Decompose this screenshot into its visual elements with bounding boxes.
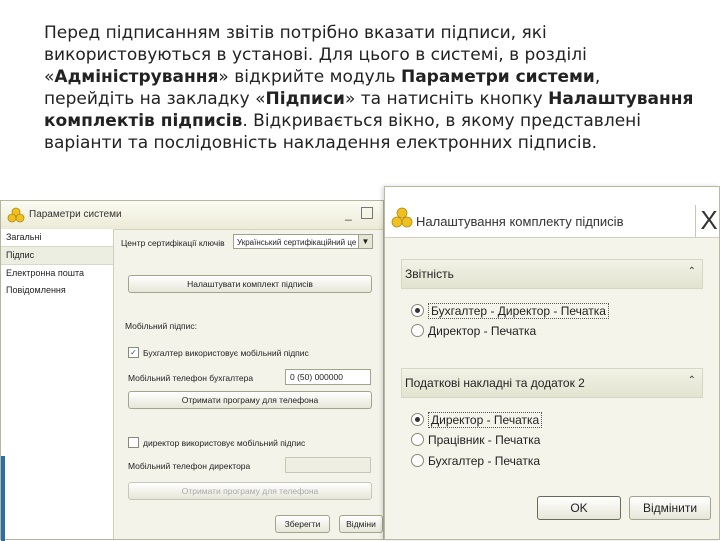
ca-select[interactable]: Український сертифікаційний це ▼ xyxy=(233,234,373,249)
director-mobile-checkbox[interactable] xyxy=(128,437,139,448)
option-accountant-stamp[interactable]: Бухгалтер - Печатка xyxy=(411,454,540,468)
section-tax-invoices-title: Податкові накладні та додаток 2 xyxy=(405,376,585,390)
section-reporting: Звітність ⌃ xyxy=(401,259,703,289)
accountant-mobile-checkbox[interactable]: ✓ xyxy=(128,347,139,358)
system-params-title: Параметри системи xyxy=(29,209,122,220)
radio-selected[interactable] xyxy=(411,304,424,317)
params-sidebar: Загальні Підпис Електронна пошта Повідом… xyxy=(1,229,114,539)
option-label: Директор - Печатка xyxy=(428,324,537,338)
minimize-icon[interactable]: _ xyxy=(345,207,352,221)
app-logo-icon xyxy=(391,207,413,228)
option-label: Бухгалтер - Печатка xyxy=(428,454,541,468)
app-logo-icon xyxy=(7,207,25,223)
signature-panel: Центр сертифікації ключів Український се… xyxy=(113,229,383,539)
option-director-stamp[interactable]: Директор - Печатка xyxy=(411,324,536,338)
section-tax-invoices-header[interactable]: Податкові накладні та додаток 2 ⌃ xyxy=(401,368,703,398)
radio[interactable] xyxy=(411,454,424,467)
intro-admin: Адміністрування xyxy=(54,67,219,87)
collapse-chevron-icon[interactable]: ⌃ xyxy=(688,375,696,386)
signature-set-title: Налаштування комплекту підписів xyxy=(416,214,624,229)
director-phone-label: Мобільний телефон директора xyxy=(128,461,251,471)
system-params-titlebar: Параметри системи _ xyxy=(1,201,383,230)
option-label: Директор - Печатка xyxy=(428,412,543,428)
option-accountant-director-stamp[interactable]: Бухгалтер - Директор - Печатка xyxy=(411,303,609,319)
section-tax-invoices: Податкові накладні та додаток 2 ⌃ xyxy=(401,368,703,398)
save-button[interactable]: Зберегти xyxy=(275,515,330,533)
cancel-button[interactable]: Відміни xyxy=(339,515,383,533)
intro-sign: Підписи xyxy=(265,89,345,109)
maximize-icon[interactable] xyxy=(361,207,373,219)
setup-signature-set-button[interactable]: Налаштувати комплект підписів xyxy=(128,275,372,293)
accountant-phone-input[interactable]: 0 (50) 000000 xyxy=(285,369,371,385)
ca-label: Центр сертифікації ключів xyxy=(121,238,225,248)
intro-params: Параметри системи xyxy=(400,67,595,87)
sidebar-item-email[interactable]: Електронна пошта xyxy=(1,265,113,282)
option-director-stamp-tax[interactable]: Директор - Печатка xyxy=(411,412,543,428)
option-label: Працівник - Печатка xyxy=(428,433,541,447)
close-icon[interactable]: X xyxy=(695,205,720,237)
director-phone-input xyxy=(285,457,371,473)
get-program-accountant-button[interactable]: Отримати програму для телефона xyxy=(128,391,372,409)
accountant-phone-label: Мобільний телефон бухгалтера xyxy=(128,373,254,383)
radio[interactable] xyxy=(411,324,424,337)
cancel-button[interactable]: Відмінити xyxy=(629,496,711,520)
chevron-down-icon[interactable]: ▼ xyxy=(358,235,372,248)
collapse-chevron-icon[interactable]: ⌃ xyxy=(688,266,696,277)
option-employee-stamp[interactable]: Працівник - Печатка xyxy=(411,433,540,447)
ok-button[interactable]: OK xyxy=(537,496,621,520)
signature-set-titlebar: Налаштування комплекту підписів X xyxy=(385,187,719,237)
section-reporting-header[interactable]: Звітність ⌃ xyxy=(401,259,703,289)
mobile-signature-label: Мобільний підпис: xyxy=(125,321,198,331)
signature-set-window: Налаштування комплекту підписів X Звітні… xyxy=(384,186,720,540)
intro-part: » та натисніть кнопку xyxy=(344,89,549,109)
intro-text: Перед підписанням звітів потрібно вказат… xyxy=(44,22,694,154)
signature-set-body: Звітність ⌃ Бухгалтер - Директор - Печат… xyxy=(385,237,719,539)
window-edge-strip xyxy=(1,456,5,541)
radio-selected[interactable] xyxy=(411,413,424,426)
sidebar-item-general[interactable]: Загальні xyxy=(1,229,113,246)
accountant-mobile-label: Бухгалтер використовує мобільний підпис xyxy=(143,348,309,358)
ca-select-value: Український сертифікаційний це xyxy=(237,238,357,247)
get-program-director-button: Отримати програму для телефона xyxy=(128,482,372,500)
intro-part: » відкрийте модуль xyxy=(218,67,401,87)
system-params-window: Параметри системи _ Загальні Підпис Елек… xyxy=(0,200,384,541)
sidebar-item-notifications[interactable]: Повідомлення xyxy=(1,282,113,299)
director-mobile-label: директор використовує мобільний підпис xyxy=(143,438,306,448)
radio[interactable] xyxy=(411,433,424,446)
section-reporting-title: Звітність xyxy=(405,267,454,281)
option-label: Бухгалтер - Директор - Печатка xyxy=(428,303,609,319)
sidebar-item-signature[interactable]: Підпис xyxy=(1,246,113,265)
